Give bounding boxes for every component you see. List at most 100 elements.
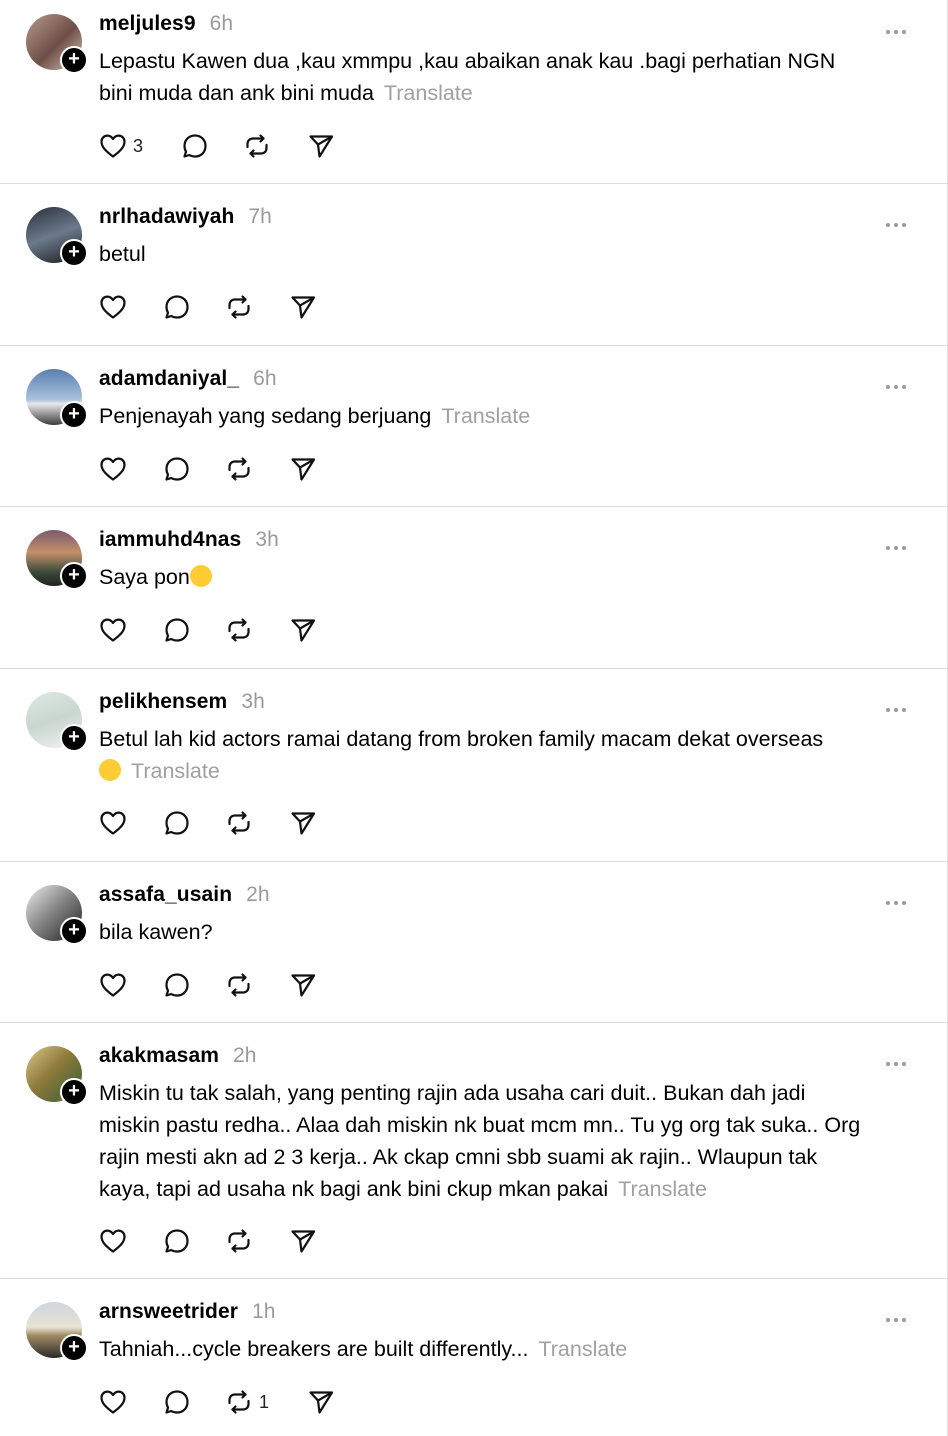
username[interactable]: meljules9 6h <box>99 12 233 36</box>
reply-button[interactable] <box>163 970 191 1000</box>
comment-icon <box>163 809 191 837</box>
post-text: Saya pon <box>99 561 924 593</box>
repost-icon <box>243 132 271 160</box>
post-time: 1h <box>252 1300 276 1323</box>
heart-icon <box>99 809 127 837</box>
send-icon <box>289 809 317 837</box>
repost-icon <box>225 971 253 999</box>
more-icon[interactable] <box>886 21 910 34</box>
repost-button[interactable] <box>225 292 253 322</box>
more-icon[interactable] <box>886 1309 910 1322</box>
repost-icon <box>225 293 253 321</box>
like-button[interactable] <box>99 970 127 1000</box>
repost-button[interactable] <box>225 454 253 484</box>
share-button[interactable] <box>289 808 317 838</box>
send-icon <box>289 616 317 644</box>
follow-plus-icon[interactable]: + <box>60 46 88 74</box>
more-icon[interactable] <box>886 892 910 905</box>
follow-plus-icon[interactable]: + <box>60 724 88 752</box>
follow-plus-icon[interactable]: + <box>60 1334 88 1362</box>
comment-icon <box>181 132 209 160</box>
like-button[interactable] <box>99 1226 127 1256</box>
follow-plus-icon[interactable]: + <box>60 917 88 945</box>
reply-button[interactable] <box>181 131 209 161</box>
repost-button[interactable] <box>243 131 271 161</box>
comment-icon <box>163 1388 191 1416</box>
reply-button[interactable] <box>163 292 191 322</box>
username[interactable]: akakmasam 2h <box>99 1044 257 1068</box>
post-text: Tahniah...cycle breakers are built diffe… <box>99 1337 628 1361</box>
like-button[interactable] <box>99 292 127 322</box>
post-text: Miskin tu tak salah, yang penting rajin … <box>99 1081 861 1201</box>
post-text: Lepastu Kawen dua ,kau xmmpu ,kau abaika… <box>99 49 836 105</box>
follow-plus-icon[interactable]: + <box>60 562 88 590</box>
translate-link[interactable]: Translate <box>131 759 220 783</box>
post-time: 7h <box>248 205 272 228</box>
heart-icon <box>99 132 127 160</box>
more-icon[interactable] <box>886 214 910 227</box>
share-button[interactable] <box>289 292 317 322</box>
translate-link[interactable]: Translate <box>538 1337 627 1361</box>
reply-button[interactable] <box>163 454 191 484</box>
username[interactable]: assafa_usain 2h <box>99 883 270 907</box>
share-button[interactable] <box>289 1226 317 1256</box>
username[interactable]: arnsweetrider 1h <box>99 1300 276 1324</box>
repost-icon <box>225 1388 253 1416</box>
translate-link[interactable]: Translate <box>618 1177 707 1201</box>
send-icon <box>289 455 317 483</box>
like-button[interactable] <box>99 1387 127 1417</box>
username[interactable]: nrlhadawiyah 7h <box>99 205 272 229</box>
like-button[interactable]: 3 <box>99 131 143 161</box>
reply-button[interactable] <box>163 615 191 645</box>
like-button[interactable] <box>99 808 127 838</box>
heart-icon <box>99 455 127 483</box>
send-icon <box>289 1227 317 1255</box>
follow-plus-icon[interactable]: + <box>60 239 88 267</box>
repost-button[interactable] <box>225 615 253 645</box>
send-icon <box>289 971 317 999</box>
post-time: 6h <box>209 12 234 35</box>
repost-icon <box>225 809 253 837</box>
repost-button[interactable] <box>225 970 253 1000</box>
heart-icon <box>99 971 127 999</box>
comment-icon <box>163 455 191 483</box>
share-button[interactable] <box>289 615 317 645</box>
share-button[interactable] <box>289 970 317 1000</box>
more-icon[interactable] <box>886 699 910 712</box>
more-icon[interactable] <box>886 537 910 550</box>
more-icon[interactable] <box>886 376 910 389</box>
post-text: betul <box>99 242 146 266</box>
comment-icon <box>163 1227 191 1255</box>
reply-button[interactable] <box>163 808 191 838</box>
like-button[interactable] <box>99 615 127 645</box>
more-icon[interactable] <box>886 1053 910 1066</box>
username[interactable]: iammuhd4nas 3h <box>99 528 279 552</box>
repost-button[interactable] <box>225 808 253 838</box>
repost-icon <box>225 1227 253 1255</box>
share-button[interactable] <box>289 454 317 484</box>
post-text: bila kawen? <box>99 920 213 944</box>
username[interactable]: pelikhensem 3h <box>99 690 265 714</box>
reply-button[interactable] <box>163 1387 191 1417</box>
follow-plus-icon[interactable]: + <box>60 401 88 429</box>
repost-button[interactable] <box>225 1226 253 1256</box>
heart-icon <box>99 616 127 644</box>
comment-icon <box>163 616 191 644</box>
translate-link[interactable]: Translate <box>441 404 530 428</box>
translate-link[interactable]: Translate <box>384 81 473 105</box>
reply-button[interactable] <box>163 1226 191 1256</box>
repost-button[interactable]: 1 <box>225 1387 269 1417</box>
follow-plus-icon[interactable]: + <box>60 1078 88 1106</box>
heart-icon <box>99 1388 127 1416</box>
post-text: Betul lah kid actors ramai datang from b… <box>99 727 824 783</box>
share-button[interactable] <box>307 1387 335 1417</box>
post-time: 3h <box>241 690 265 713</box>
heart-icon <box>99 293 127 321</box>
share-button[interactable] <box>307 131 335 161</box>
post-text: Penjenayah yang sedang berjuang Translate <box>99 404 531 428</box>
post-time: 6h <box>253 367 277 390</box>
send-icon <box>307 132 335 160</box>
username[interactable]: adamdaniyal_ 6h <box>99 367 277 391</box>
like-button[interactable] <box>99 454 127 484</box>
divider <box>0 506 948 507</box>
